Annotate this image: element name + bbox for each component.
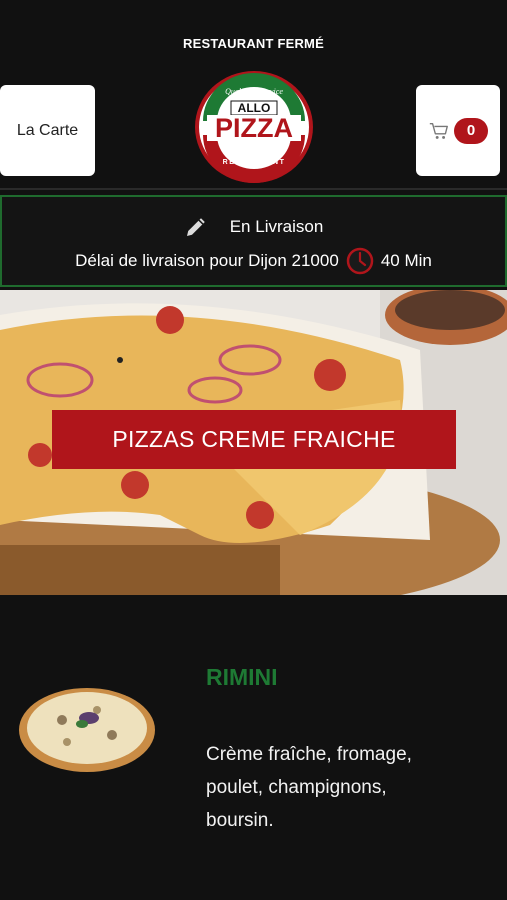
cart-count-badge: 0 <box>454 117 488 144</box>
product-description: Crème fraîche, fromage, poulet, champign… <box>206 744 412 831</box>
pencil-icon[interactable] <box>184 215 208 239</box>
restaurant-status: RESTAURANT FERMÉ <box>183 36 324 51</box>
la-carte-button[interactable]: La Carte <box>0 85 95 176</box>
delivery-delay-text: Délai de livraison pour Dijon 21000 <box>75 251 339 270</box>
category-title-banner: PIZZAS CREME FRAICHE <box>52 410 456 469</box>
delivery-info-panel[interactable]: En Livraison Délai de livraison pour Dij… <box>0 195 507 287</box>
cart-button[interactable]: 0 <box>416 85 500 176</box>
delivery-mode: En Livraison <box>229 217 324 236</box>
delivery-delay-value: 40 Min <box>380 251 432 270</box>
rimini-pizza-image[interactable] <box>17 680 157 775</box>
header-divider <box>0 188 507 190</box>
svg-text:PIZZA: PIZZA <box>215 113 293 143</box>
allo-pizza-logo: Qualité & Service ALLO PIZZA RESTAURANT <box>195 71 313 183</box>
product-name[interactable]: RIMINI <box>206 664 278 691</box>
cart-icon <box>429 122 448 139</box>
clock-icon <box>346 247 374 275</box>
svg-text:RESTAURANT: RESTAURANT <box>223 159 286 166</box>
svg-text:Qualité & Service: Qualité & Service <box>225 87 283 96</box>
